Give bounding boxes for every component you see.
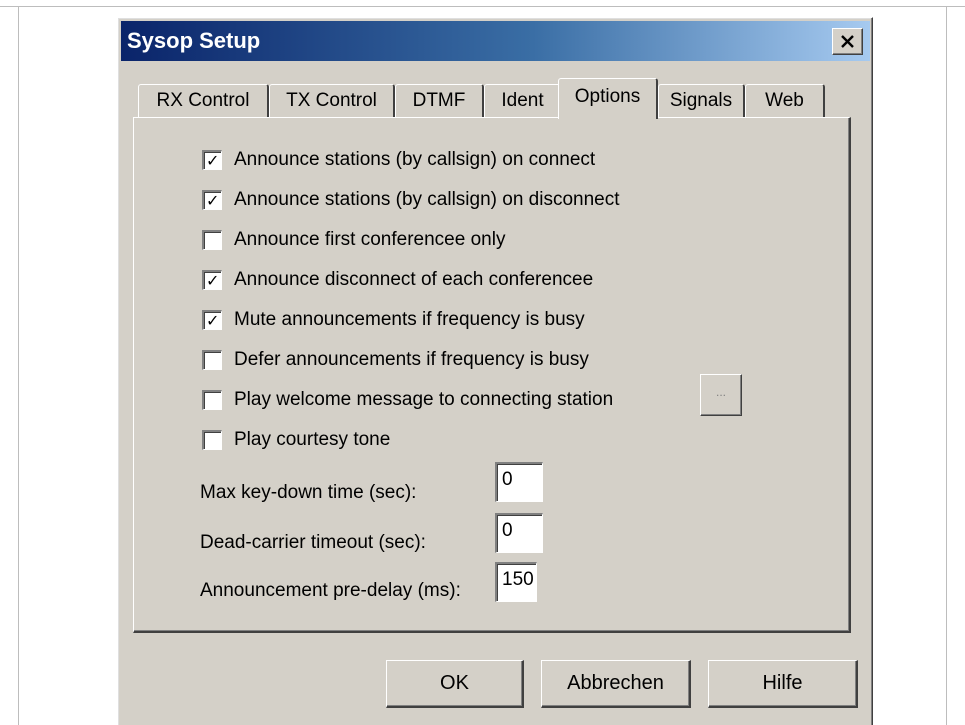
frame-line-right xyxy=(946,6,947,725)
checkbox-announce-on-disconnect[interactable]: ✓ Announce stations (by callsign) on dis… xyxy=(202,186,620,214)
dead-carrier-input[interactable]: 0 xyxy=(495,513,543,553)
checkbox-label: Play welcome message to connecting stati… xyxy=(234,389,614,410)
checkbox-label: Announce stations (by callsign) on conne… xyxy=(234,149,596,170)
tab-web[interactable]: Web xyxy=(745,84,825,118)
checkbox-box[interactable] xyxy=(202,390,222,410)
options-panel: ✓ Announce stations (by callsign) on con… xyxy=(133,117,851,633)
checkbox-label: Announce stations (by callsign) on disco… xyxy=(234,189,620,210)
checkbox-label: Play courtesy tone xyxy=(234,429,391,450)
checkbox-label: Announce first conferencee only xyxy=(234,229,506,250)
close-icon xyxy=(841,35,854,48)
cancel-button[interactable]: Abbrechen xyxy=(541,660,691,708)
checkbox-announce-disconnect-each[interactable]: ✓ Announce disconnect of each conference… xyxy=(202,266,593,294)
checkbox-courtesy-tone[interactable]: Play courtesy tone xyxy=(202,426,390,454)
checkbox-label: Announce disconnect of each conferencee xyxy=(234,269,594,290)
check-mark-icon: ✓ xyxy=(206,191,220,210)
check-mark-icon: ✓ xyxy=(206,311,220,330)
tab-rx-control[interactable]: RX Control xyxy=(138,84,269,118)
help-button[interactable]: Hilfe xyxy=(708,660,858,708)
sysop-setup-dialog: Sysop Setup RX Control TX Control DTMF I… xyxy=(117,17,873,725)
tab-ident[interactable]: Ident xyxy=(484,84,562,118)
pre-delay-label: Announcement pre-delay (ms): xyxy=(200,580,461,601)
checkbox-label: Defer announcements if frequency is busy xyxy=(234,349,589,370)
checkbox-announce-first-only[interactable]: Announce first conferencee only xyxy=(202,226,505,254)
title-bar[interactable]: Sysop Setup xyxy=(121,21,870,61)
checkbox-box[interactable]: ✓ xyxy=(202,150,222,170)
checkbox-box[interactable]: ✓ xyxy=(202,190,222,210)
checkbox-box[interactable]: ✓ xyxy=(202,270,222,290)
frame-line-top xyxy=(0,6,965,7)
browse-welcome-message-button[interactable]: ... xyxy=(700,374,742,416)
check-mark-icon: ✓ xyxy=(206,151,220,170)
checkbox-box[interactable]: ✓ xyxy=(202,310,222,330)
check-mark-icon: ✓ xyxy=(206,271,220,290)
dead-carrier-label: Dead-carrier timeout (sec): xyxy=(200,532,426,553)
checkbox-mute-if-busy[interactable]: ✓ Mute announcements if frequency is bus… xyxy=(202,306,585,334)
max-keydown-input[interactable]: 0 xyxy=(495,462,543,502)
checkbox-box[interactable] xyxy=(202,350,222,370)
window-title: Sysop Setup xyxy=(127,28,261,53)
ok-button[interactable]: OK xyxy=(386,660,524,708)
frame-line-left xyxy=(18,6,19,725)
max-keydown-label: Max key-down time (sec): xyxy=(200,482,417,503)
tab-strip: RX Control TX Control DTMF Ident Options… xyxy=(138,78,858,119)
checkbox-box[interactable] xyxy=(202,230,222,250)
checkbox-defer-if-busy[interactable]: Defer announcements if frequency is busy xyxy=(202,346,589,374)
checkbox-label: Mute announcements if frequency is busy xyxy=(234,309,585,330)
tab-dtmf[interactable]: DTMF xyxy=(395,84,484,118)
close-button[interactable] xyxy=(832,28,863,55)
checkbox-announce-on-connect[interactable]: ✓ Announce stations (by callsign) on con… xyxy=(202,146,595,174)
tab-signals[interactable]: Signals xyxy=(658,84,745,118)
checkbox-play-welcome[interactable]: Play welcome message to connecting stati… xyxy=(202,386,613,414)
tab-tx-control[interactable]: TX Control xyxy=(269,84,395,118)
tab-options[interactable]: Options xyxy=(558,78,658,119)
checkbox-box[interactable] xyxy=(202,430,222,450)
pre-delay-input[interactable]: 150 xyxy=(495,562,537,602)
